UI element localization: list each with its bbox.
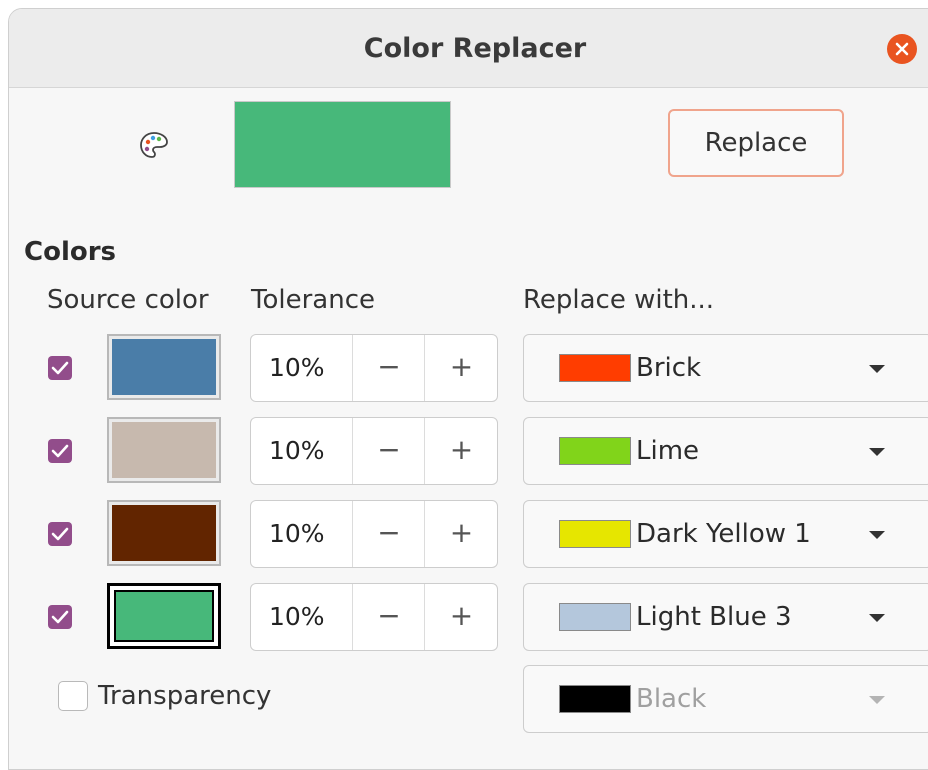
chevron-down-icon (869, 448, 885, 456)
tolerance-decrease-button[interactable]: − (352, 418, 425, 484)
replace-color-name: Lime (636, 436, 700, 466)
close-icon (895, 42, 909, 56)
color-row: 10% − + Dark Yellow 1 (9, 500, 928, 570)
palette-icon[interactable] (139, 131, 169, 159)
chevron-down-icon (869, 365, 885, 373)
replace-with-header: Replace with... (523, 285, 715, 315)
source-color-button[interactable] (107, 417, 221, 483)
source-color-swatch (112, 339, 216, 395)
source-color-swatch (114, 590, 214, 642)
source-color-button[interactable] (107, 500, 221, 566)
chevron-down-icon (869, 696, 885, 704)
color-row: 10% − + Brick (9, 334, 928, 404)
tolerance-increase-button[interactable]: + (424, 335, 498, 401)
tolerance-increase-button[interactable]: + (424, 501, 498, 567)
tolerance-value[interactable]: 10% (269, 335, 325, 401)
tolerance-spinbox: 10% − + (250, 417, 498, 485)
color-preview-swatch (234, 101, 451, 188)
replace-with-dropdown[interactable]: Light Blue 3 (523, 583, 928, 651)
color-replacer-dialog: Color Replacer Replace Colors Source col… (8, 8, 928, 770)
tolerance-decrease-button[interactable]: − (352, 584, 425, 650)
colors-section-label: Colors (24, 237, 117, 267)
tolerance-spinbox: 10% − + (250, 500, 498, 568)
checkmark-icon (51, 444, 69, 458)
replace-color-chip (559, 437, 631, 465)
source-enable-checkbox[interactable] (48, 522, 72, 546)
source-color-button[interactable] (107, 583, 221, 649)
transparency-row: Black (9, 665, 928, 735)
replace-color-name: Brick (636, 353, 702, 383)
replace-with-dropdown[interactable]: Lime (523, 417, 928, 485)
tolerance-value[interactable]: 10% (269, 584, 325, 650)
replace-color-chip (559, 354, 631, 382)
source-enable-checkbox[interactable] (48, 605, 72, 629)
replace-button[interactable]: Replace (668, 109, 844, 177)
source-enable-checkbox[interactable] (48, 356, 72, 380)
replace-with-dropdown[interactable]: Dark Yellow 1 (523, 500, 928, 568)
replace-color-chip (559, 520, 631, 548)
source-color-swatch (112, 422, 216, 478)
replace-color-chip (559, 685, 631, 713)
tolerance-decrease-button[interactable]: − (352, 335, 425, 401)
source-enable-checkbox[interactable] (48, 439, 72, 463)
source-color-button[interactable] (107, 334, 221, 400)
tolerance-increase-button[interactable]: + (424, 418, 498, 484)
transparency-replace-dropdown[interactable]: Black (523, 665, 928, 733)
color-row: 10% − + Light Blue 3 (9, 583, 928, 653)
close-button[interactable] (887, 34, 917, 64)
chevron-down-icon (869, 531, 885, 539)
tolerance-increase-button[interactable]: + (424, 584, 498, 650)
color-row: 10% − + Lime (9, 417, 928, 487)
replace-with-dropdown[interactable]: Brick (523, 334, 928, 402)
tolerance-value[interactable]: 10% (269, 501, 325, 567)
source-color-header: Source color (47, 285, 209, 315)
source-color-swatch (112, 505, 216, 561)
tolerance-decrease-button[interactable]: − (352, 501, 425, 567)
checkmark-icon (51, 527, 69, 541)
title-bar: Color Replacer (9, 9, 928, 88)
tolerance-header: Tolerance (251, 285, 375, 315)
tolerance-spinbox: 10% − + (250, 583, 498, 651)
replace-color-chip (559, 603, 631, 631)
tolerance-value[interactable]: 10% (269, 418, 325, 484)
replace-color-name: Dark Yellow 1 (636, 519, 811, 549)
replace-color-name: Black (636, 684, 707, 714)
checkmark-icon (51, 361, 69, 375)
replace-color-name: Light Blue 3 (636, 602, 792, 632)
dialog-title: Color Replacer (363, 33, 587, 64)
chevron-down-icon (869, 614, 885, 622)
tolerance-spinbox: 10% − + (250, 334, 498, 402)
checkmark-icon (51, 610, 69, 624)
